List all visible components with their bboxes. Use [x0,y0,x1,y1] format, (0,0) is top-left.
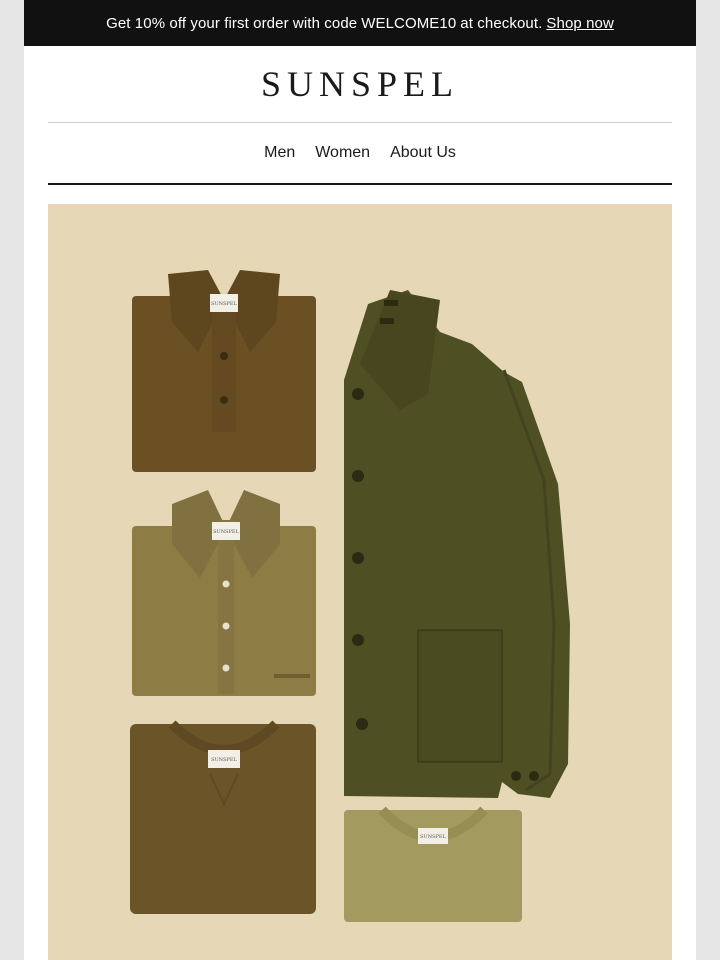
polo-label: SUNSPEL [211,301,237,307]
sweatshirt-label: SUNSPEL [211,757,237,763]
polo-shirt: SUNSPEL [132,270,316,472]
oxford-label: SUNSPEL [213,529,239,535]
hero-illustration: SUNSPEL SUNSPEL SUNSPEL SUNSPEL [48,204,672,960]
nav-divider [48,183,672,185]
nav-item-about-us[interactable]: About Us [390,144,456,162]
nav-item-men[interactable]: Men [264,144,295,162]
email-container: Get 10% off your first order with code W… [24,0,696,960]
promo-code: WELCOME10 [361,14,457,32]
t-shirt: SUNSPEL [344,806,522,922]
shop-now-link[interactable]: Shop now [546,15,614,32]
brand-logo[interactable]: SUNSPEL [24,46,696,122]
main-nav: Men Women About Us [24,123,696,183]
tshirt-label: SUNSPEL [420,834,446,840]
sweatshirt: SUNSPEL [130,720,316,914]
hero-image[interactable]: SUNSPEL SUNSPEL SUNSPEL SUNSPEL [48,204,672,960]
promo-banner: Get 10% off your first order with code W… [24,0,696,46]
promo-text-before: Get 10% off your first order with code [106,14,358,32]
nav-item-women[interactable]: Women [315,144,370,162]
promo-text-after: at checkout. [460,14,543,32]
